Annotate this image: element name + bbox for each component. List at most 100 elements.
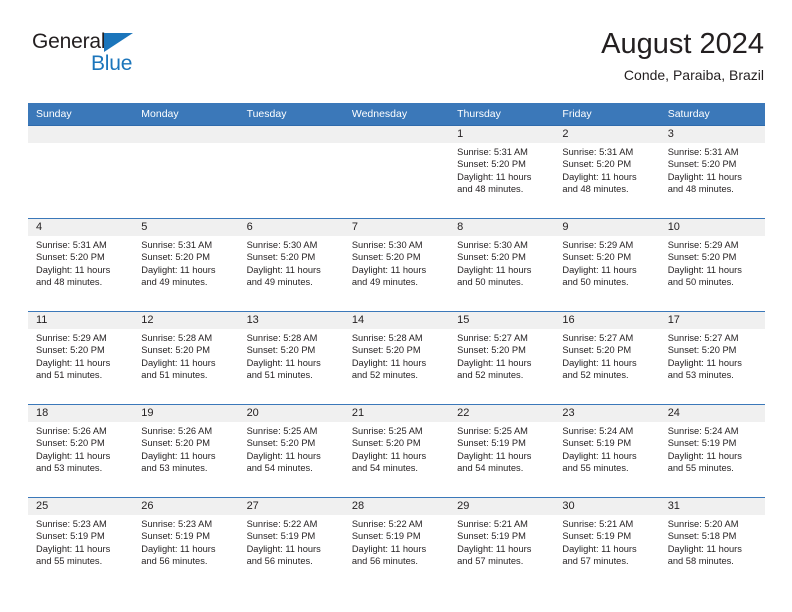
daylight-text-line1: Daylight: 11 hours <box>36 543 111 554</box>
day-number[interactable]: 4 <box>28 219 133 236</box>
day-number[interactable]: 3 <box>660 126 765 143</box>
day-cell[interactable]: Sunrise: 5:31 AM Sunset: 5:20 PM Daylight:… <box>28 236 133 311</box>
daylight-text-line1: Daylight: 11 hours <box>667 171 742 182</box>
day-number[interactable]: 27 <box>239 498 344 515</box>
sunrise-text: Sunrise: 5:24 AM <box>667 426 739 436</box>
day-cell[interactable]: Sunrise: 5:29 AM Sunset: 5:20 PM Daylight:… <box>660 236 765 311</box>
daylight-text-line2: and 52 minutes. <box>562 370 629 381</box>
daylight-text-line1: Daylight: 11 hours <box>141 543 216 554</box>
day-number[interactable]: 15 <box>449 312 554 329</box>
day-number[interactable]: 28 <box>344 498 449 515</box>
weekday-header-row: Sunday Monday Tuesday Wednesday Thursday Frid… <box>28 103 765 125</box>
day-cell[interactable]: Sunrise: 5:21 AM Sunset: 5:19 PM Daylight:… <box>449 515 554 590</box>
day-number[interactable]: 18 <box>28 405 133 422</box>
daylight-text-line1: Daylight: 11 hours <box>36 264 111 275</box>
day-cell[interactable]: Sunrise: 5:25 AM Sunset: 5:20 PM Daylight:… <box>239 422 344 497</box>
day-number[interactable]: 20 <box>239 405 344 422</box>
logo-word-general: General <box>32 30 106 53</box>
day-cell[interactable]: Sunrise: 5:27 AM Sunset: 5:20 PM Daylight:… <box>449 329 554 404</box>
day-number[interactable]: 1 <box>449 126 554 143</box>
daylight-text-line2: and 48 minutes. <box>562 184 629 195</box>
day-number[interactable]: 10 <box>660 219 765 236</box>
day-number[interactable]: 31 <box>660 498 765 515</box>
daylight-text-line1: Daylight: 11 hours <box>246 543 321 554</box>
generalblue-logo[interactable]: General Blue <box>32 30 212 88</box>
daylight-text-line1: Daylight: 11 hours <box>351 264 427 275</box>
sunset-text: Sunset: 5:19 PM <box>562 531 632 542</box>
day-number[interactable]: 24 <box>660 405 765 422</box>
day-detail-band: Sunrise: 5:29 AM Sunset: 5:20 PM Daylight:… <box>28 329 765 404</box>
sunrise-text: Sunrise: 5:29 AM <box>36 333 107 343</box>
day-cell[interactable]: Sunrise: 5:22 AM Sunset: 5:19 PM Daylight:… <box>344 515 449 590</box>
sunset-text: Sunset: 5:19 PM <box>457 438 526 449</box>
day-number[interactable]: 22 <box>449 405 554 422</box>
day-number[interactable]: 9 <box>554 219 659 236</box>
day-number[interactable]: 11 <box>28 312 133 329</box>
day-number[interactable]: 17 <box>660 312 765 329</box>
day-number[interactable]: 30 <box>554 498 659 515</box>
daylight-text-line2: and 48 minutes. <box>36 277 103 288</box>
day-cell[interactable]: Sunrise: 5:23 AM Sunset: 5:19 PM Daylight:… <box>28 515 133 590</box>
day-number[interactable]: 16 <box>554 312 659 329</box>
sunset-text: Sunset: 5:19 PM <box>457 531 526 542</box>
day-cell[interactable]: Sunrise: 5:31 AM Sunset: 5:20 PM Daylight:… <box>133 236 238 311</box>
day-number[interactable]: 7 <box>344 219 449 236</box>
day-cell[interactable]: Sunrise: 5:31 AM Sunset: 5:20 PM Daylight:… <box>554 143 659 218</box>
day-number[interactable]: 6 <box>239 219 344 236</box>
page-header: General Blue August 2024 Conde, Paraiba,… <box>28 26 764 92</box>
day-cell[interactable]: Sunrise: 5:26 AM Sunset: 5:20 PM Daylight:… <box>133 422 238 497</box>
sunset-text: Sunset: 5:20 PM <box>141 252 211 263</box>
day-cell[interactable]: Sunrise: 5:31 AM Sunset: 5:20 PM Daylight:… <box>660 143 765 218</box>
sunset-text: Sunset: 5:20 PM <box>36 438 105 449</box>
sunset-text: Sunset: 5:20 PM <box>457 345 526 356</box>
day-number[interactable]: 29 <box>449 498 554 515</box>
day-cell[interactable]: Sunrise: 5:23 AM Sunset: 5:19 PM Daylight:… <box>133 515 238 590</box>
day-cell[interactable]: Sunrise: 5:24 AM Sunset: 5:19 PM Daylight:… <box>554 422 659 497</box>
sunset-text: Sunset: 5:19 PM <box>351 531 421 542</box>
daylight-text-line2: and 51 minutes. <box>36 370 103 381</box>
day-cell[interactable]: Sunrise: 5:31 AM Sunset: 5:20 PM Daylight:… <box>449 143 554 218</box>
sunset-text: Sunset: 5:20 PM <box>562 159 632 170</box>
day-number[interactable]: 5 <box>133 219 238 236</box>
day-cell[interactable]: Sunrise: 5:22 AM Sunset: 5:19 PM Daylight:… <box>239 515 344 590</box>
day-number[interactable]: 8 <box>449 219 554 236</box>
day-cell[interactable]: Sunrise: 5:20 AM Sunset: 5:18 PM Daylight:… <box>660 515 765 590</box>
day-number[interactable]: 25 <box>28 498 133 515</box>
day-number[interactable]: 19 <box>133 405 238 422</box>
day-number[interactable]: 21 <box>344 405 449 422</box>
day-cell[interactable]: Sunrise: 5:25 AM Sunset: 5:19 PM Daylight:… <box>449 422 554 497</box>
daylight-text-line1: Daylight: 11 hours <box>457 264 532 275</box>
day-cell[interactable]: Sunrise: 5:30 AM Sunset: 5:20 PM Daylight:… <box>239 236 344 311</box>
daylight-text-line2: and 58 minutes. <box>667 556 734 567</box>
day-cell[interactable]: Sunrise: 5:28 AM Sunset: 5:20 PM Daylight:… <box>239 329 344 404</box>
sunrise-text: Sunrise: 5:21 AM <box>562 519 634 529</box>
day-cell[interactable]: Sunrise: 5:24 AM Sunset: 5:19 PM Daylight:… <box>660 422 765 497</box>
day-number[interactable]: 13 <box>239 312 344 329</box>
day-cell[interactable]: Sunrise: 5:29 AM Sunset: 5:20 PM Daylight:… <box>28 329 133 404</box>
daylight-text-line2: and 49 minutes. <box>141 277 208 288</box>
day-number[interactable]: 2 <box>554 126 659 143</box>
day-cell[interactable]: Sunrise: 5:25 AM Sunset: 5:20 PM Daylight:… <box>344 422 449 497</box>
day-number[interactable]: 14 <box>344 312 449 329</box>
day-cell[interactable]: Sunrise: 5:30 AM Sunset: 5:20 PM Daylight:… <box>449 236 554 311</box>
weekday-header-wednesday: Wednesday <box>351 108 408 120</box>
day-number-band: 11 12 13 14 15 16 17 <box>28 312 765 329</box>
day-number[interactable]: 26 <box>133 498 238 515</box>
day-cell[interactable]: Sunrise: 5:28 AM Sunset: 5:20 PM Daylight:… <box>133 329 238 404</box>
day-cell[interactable]: Sunrise: 5:29 AM Sunset: 5:20 PM Daylight:… <box>554 236 659 311</box>
page-subtitle: Conde, Paraiba, Brazil <box>623 67 764 83</box>
sunrise-text: Sunrise: 5:28 AM <box>351 333 423 343</box>
daylight-text-line2: and 55 minutes. <box>36 556 103 567</box>
calendar-week-row: 18 19 20 21 22 23 24 Sunrise: 5:26 AM Sunset: 5:… <box>28 404 765 497</box>
day-cell[interactable]: Sunrise: 5:21 AM Sunset: 5:19 PM Daylight:… <box>554 515 659 590</box>
day-cell[interactable]: Sunrise: 5:26 AM Sunset: 5:20 PM Daylight:… <box>28 422 133 497</box>
day-number[interactable]: 23 <box>554 405 659 422</box>
day-cell[interactable]: Sunrise: 5:30 AM Sunset: 5:20 PM Daylight:… <box>344 236 449 311</box>
day-cell[interactable]: Sunrise: 5:27 AM Sunset: 5:20 PM Daylight:… <box>554 329 659 404</box>
day-cell[interactable]: Sunrise: 5:27 AM Sunset: 5:20 PM Daylight:… <box>660 329 765 404</box>
daylight-text-line2: and 48 minutes. <box>667 184 734 195</box>
day-number[interactable]: 12 <box>133 312 238 329</box>
day-cell[interactable]: Sunrise: 5:28 AM Sunset: 5:20 PM Daylight:… <box>344 329 449 404</box>
sunrise-text: Sunrise: 5:30 AM <box>351 240 423 250</box>
sunset-text: Sunset: 5:20 PM <box>457 252 526 263</box>
